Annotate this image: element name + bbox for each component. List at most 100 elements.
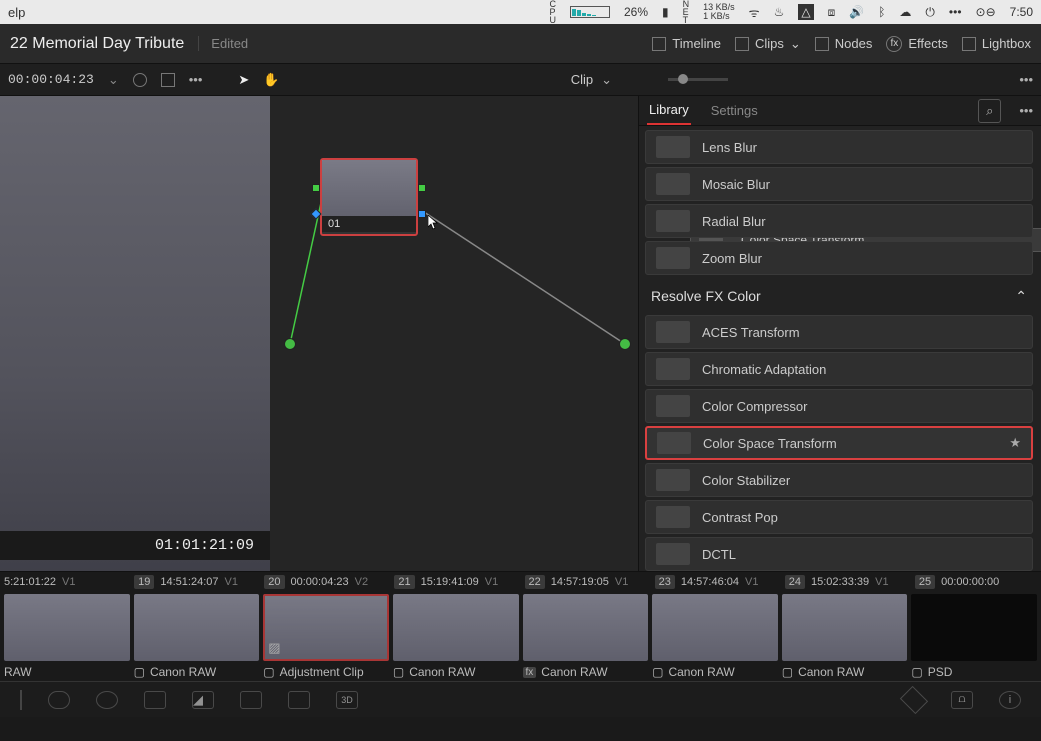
- expand-icon[interactable]: [161, 73, 175, 87]
- cloud-icon[interactable]: ☁: [899, 5, 911, 19]
- 3d-icon[interactable]: 3D: [336, 691, 358, 709]
- node-input-handle[interactable]: [312, 184, 320, 192]
- fx-item[interactable]: Mosaic Blur: [645, 167, 1033, 201]
- favorite-star-icon[interactable]: ★: [1009, 435, 1021, 451]
- clip-thumbnail[interactable]: [652, 594, 778, 661]
- overflow-icon[interactable]: •••: [949, 5, 962, 19]
- clip-codec-label: ▢PSD: [911, 665, 1037, 679]
- fx-label: Color Compressor: [702, 399, 807, 414]
- clip-codec-label: ▢Canon RAW: [134, 665, 260, 679]
- fx-thumb-icon: [656, 247, 690, 269]
- timecode-menu-icon[interactable]: ⌄: [108, 72, 119, 88]
- fx-badge-icon: fx: [523, 667, 537, 678]
- fx-thumb-icon: [656, 395, 690, 417]
- clip-header[interactable]: 5:21:01:22V1: [0, 576, 130, 588]
- fx-label: Contrast Pop: [702, 510, 778, 525]
- zoom-slider[interactable]: [668, 78, 728, 81]
- clip-thumbnail[interactable]: [393, 594, 519, 661]
- fx-label: Color Stabilizer: [702, 473, 790, 488]
- fx-item[interactable]: Contrast Pop: [645, 500, 1033, 534]
- fx-thumb-icon: [656, 506, 690, 528]
- chevron-down-icon[interactable]: ⌄: [601, 72, 612, 88]
- system-menubar: elp CPU 26% ▮ NET 13 KB/s1 KB/s ᯤ ♨ △ ⧈ …: [0, 0, 1041, 24]
- clips-button[interactable]: Clips⌄: [735, 36, 801, 52]
- clip-thumbnail[interactable]: ▨: [263, 594, 389, 661]
- fx-item[interactable]: Radial Blur: [645, 204, 1033, 238]
- viewer-timecode[interactable]: 01:01:21:09: [0, 531, 270, 560]
- timeline-button[interactable]: Timeline: [652, 36, 721, 51]
- power-icon[interactable]: ⏻: [925, 5, 935, 20]
- menu-help[interactable]: elp: [8, 5, 25, 20]
- picker-icon[interactable]: [133, 73, 147, 87]
- clip-thumbnail[interactable]: [4, 594, 130, 661]
- effects-button[interactable]: fxEffects: [886, 36, 948, 52]
- qualifier-icon[interactable]: [96, 691, 118, 709]
- library-panel: Library Settings ⌕ ••• Lens BlurMosaic B…: [638, 96, 1041, 571]
- codec-icon: ▢: [263, 665, 274, 679]
- fx-item[interactable]: Zoom Blur: [645, 241, 1033, 275]
- clip-header[interactable]: 2214:57:19:05V1: [521, 575, 651, 589]
- node-alpha-in-handle[interactable]: [310, 208, 321, 219]
- keyframe-icon[interactable]: [900, 685, 928, 713]
- adjustment-icon: ▨: [268, 640, 280, 656]
- lightbox-button[interactable]: Lightbox: [962, 36, 1031, 51]
- scopes-icon[interactable]: ⩍: [951, 691, 973, 709]
- blur-icon[interactable]: [240, 691, 262, 709]
- clip-header[interactable]: 2314:57:46:04V1: [651, 575, 781, 589]
- hand-tool-icon[interactable]: ✋: [263, 72, 279, 88]
- search-icon[interactable]: ⌕: [978, 99, 1001, 123]
- node-menu-icon[interactable]: •••: [1019, 72, 1033, 87]
- clip-thumbnail[interactable]: [911, 594, 1037, 661]
- bluetooth-icon[interactable]: ᛒ: [878, 5, 885, 19]
- clip-codec-label: RAW: [4, 665, 130, 679]
- clip-header[interactable]: 2000:00:04:23V2: [260, 575, 390, 589]
- library-menu-icon[interactable]: •••: [1019, 103, 1033, 118]
- fx-thumb-icon: [656, 173, 690, 195]
- cpu-label: CPU: [549, 0, 556, 24]
- fx-label: Chromatic Adaptation: [702, 362, 826, 377]
- arrow-tool-icon[interactable]: ➤: [238, 72, 249, 88]
- fx-item[interactable]: Color Space Transform★: [645, 426, 1033, 460]
- clip-label[interactable]: Clip: [571, 72, 593, 87]
- clip-thumbnail[interactable]: [134, 594, 260, 661]
- flame-icon[interactable]: ♨: [774, 5, 785, 19]
- fx-item[interactable]: Lens Blur: [645, 130, 1033, 164]
- node-output-handle[interactable]: [418, 184, 426, 192]
- cpu-meter-icon: [570, 6, 610, 18]
- clip-header[interactable]: 2500:00:00:00: [911, 575, 1041, 589]
- node-graph[interactable]: 01 Color Space Transform: [270, 96, 638, 571]
- clip-thumbnail[interactable]: [523, 594, 649, 661]
- tab-settings[interactable]: Settings: [709, 97, 760, 124]
- grid-icon: [962, 37, 976, 51]
- corrector-node[interactable]: 01: [320, 158, 418, 236]
- graph-input-dot[interactable]: [284, 338, 296, 350]
- clip-timecode[interactable]: 00:00:04:23: [8, 72, 94, 87]
- wifi-icon[interactable]: ᯤ: [749, 4, 760, 21]
- info-icon[interactable]: i: [999, 691, 1021, 709]
- curves-icon[interactable]: [48, 691, 70, 709]
- clip-header[interactable]: 2415:02:33:39V1: [781, 575, 911, 589]
- dropbox-icon[interactable]: ⧈: [828, 5, 836, 20]
- clip-header[interactable]: 1914:51:24:07V1: [130, 575, 260, 589]
- key-icon[interactable]: [288, 691, 310, 709]
- fx-item[interactable]: ACES Transform: [645, 315, 1033, 349]
- fx-category-header[interactable]: Resolve FX Color⌃: [645, 278, 1033, 315]
- toggle-icon[interactable]: ⊙⊖: [976, 5, 996, 19]
- fx-item[interactable]: Color Stabilizer: [645, 463, 1033, 497]
- nodes-button[interactable]: Nodes: [815, 36, 873, 51]
- viewer-image[interactable]: [0, 96, 270, 571]
- viewer-menu-icon[interactable]: •••: [189, 72, 203, 87]
- triangle-icon[interactable]: △: [798, 4, 813, 20]
- fx-item[interactable]: DCTL: [645, 537, 1033, 571]
- volume-icon[interactable]: 🔊: [849, 5, 864, 19]
- fx-item[interactable]: Chromatic Adaptation: [645, 352, 1033, 386]
- node-alpha-out-handle[interactable]: [418, 210, 426, 218]
- window-icon[interactable]: [144, 691, 166, 709]
- fx-item[interactable]: Color Compressor: [645, 389, 1033, 423]
- net-speed: 13 KB/s1 KB/s: [703, 3, 735, 21]
- graph-output-dot[interactable]: [619, 338, 631, 350]
- clip-thumbnail[interactable]: [782, 594, 908, 661]
- clip-header[interactable]: 2115:19:41:09V1: [390, 575, 520, 589]
- tracking-icon[interactable]: ◢: [192, 691, 214, 709]
- tab-library[interactable]: Library: [647, 96, 691, 125]
